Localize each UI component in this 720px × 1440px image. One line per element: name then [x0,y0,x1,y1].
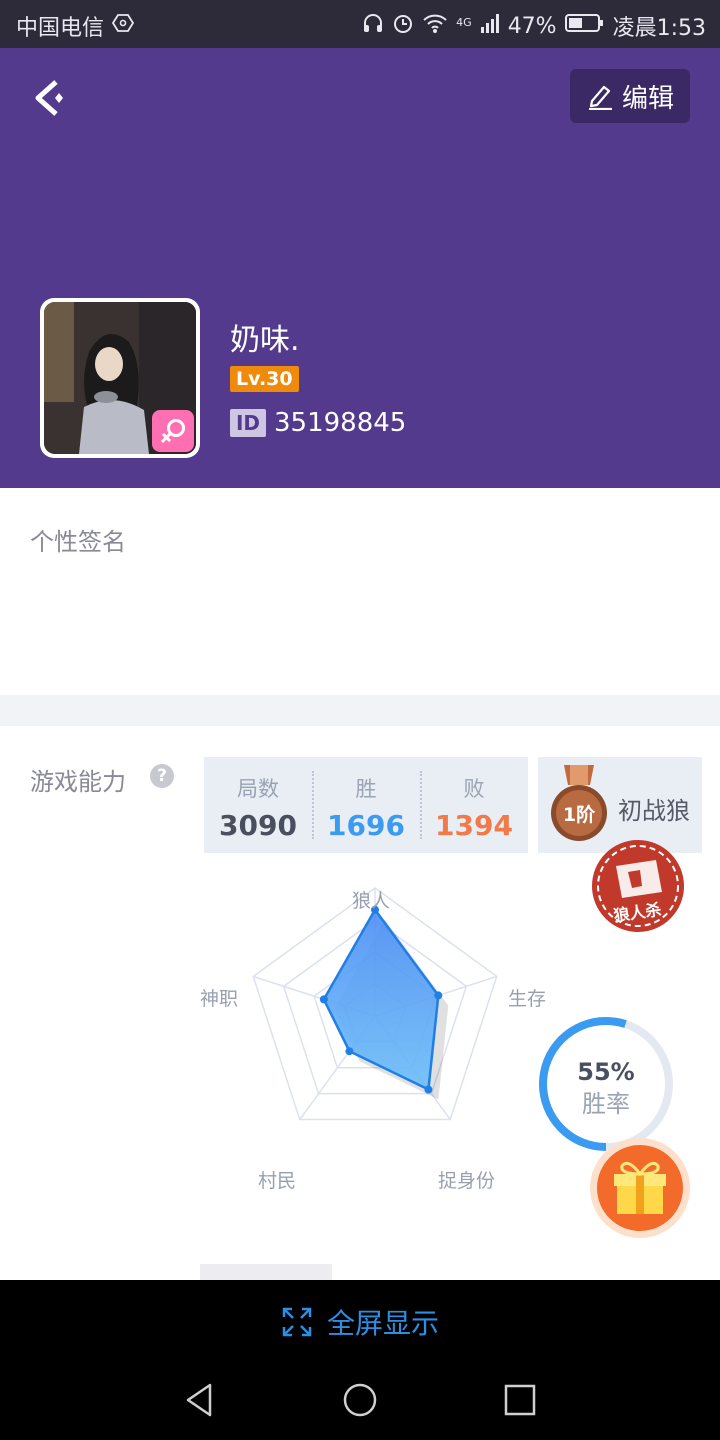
signature-section: 个性签名 [0,488,720,695]
profile-header: 编辑 奶味. Lv.30 ID 35198845 [0,48,720,488]
win-rate-ring: 55% 胜率 [536,1014,676,1154]
bottom-bar: 全屏显示 [0,1280,720,1440]
user-id: 35198845 [274,408,407,438]
fullscreen-icon [282,1307,312,1337]
wifi-icon [422,12,448,40]
avatar[interactable] [40,298,200,458]
female-icon [152,410,194,452]
radar-point [434,991,443,1000]
id-tag: ID [230,409,266,437]
edit-label: 编辑 [621,83,674,114]
radar-point [345,1047,354,1056]
user-id-row: ID 35198845 [230,408,406,438]
back-arrow-icon [35,80,63,116]
radar-label-identify: 捉身份 [438,1170,496,1192]
fullscreen-label: 全屏显示 [326,1307,439,1340]
section-tab[interactable] [200,1264,332,1280]
nav-back-button[interactable] [180,1380,220,1420]
radar-point [424,1085,433,1094]
win-rate-label: 胜率 [582,1090,630,1118]
back-button[interactable] [30,76,74,120]
network-type: 4G [456,15,472,29]
next-section [0,1244,720,1280]
gift-button[interactable] [588,1136,692,1240]
nickname: 奶味. [230,323,300,358]
radar-label-werewolf: 狼人 [352,890,391,912]
radar-label-god: 神职 [200,988,239,1010]
signature-label: 个性签名 [30,528,126,556]
clock: 凌晨1:53 [612,16,706,41]
headphones-icon [362,12,384,40]
carrier-label: 中国电信 [16,16,105,41]
win-rate-value: 55% [577,1058,634,1086]
nav-recents-button[interactable] [500,1380,540,1420]
status-bar: 中国电信 4G 47% 凌晨1:53 [0,0,720,48]
radar-label-survival: 生存 [508,988,547,1010]
gift-icon [590,1138,690,1238]
alarm-icon [392,12,414,40]
battery-icon [564,12,605,40]
battery-percent: 47% [507,13,557,39]
radar-point [319,995,328,1004]
radar-label-villager: 村民 [258,1170,297,1192]
circle-home-icon [343,1383,377,1417]
fullscreen-button[interactable]: 全屏显示 [0,1300,720,1344]
edit-button[interactable]: 编辑 [570,69,690,123]
signal-icon [480,12,500,40]
level-badge: Lv.30 [230,366,299,392]
pencil-icon [588,85,612,110]
game-ability-section: 游戏能力 ? 局数 3090 胜 1696 败 1394 1阶 初战狼 狼人杀 … [0,726,720,1245]
nav-home-button[interactable] [340,1380,380,1420]
triangle-back-icon [186,1383,212,1417]
square-recents-icon [504,1384,536,1416]
hexagon-icon [111,12,135,40]
